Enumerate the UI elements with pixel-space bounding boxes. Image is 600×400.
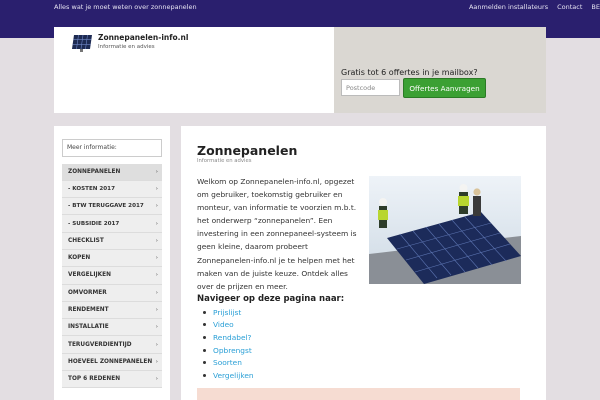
chevron-right-icon: › xyxy=(155,255,158,262)
chevron-right-icon: › xyxy=(155,376,158,383)
sidebar-item-label: TERUGVERDIENTIJD xyxy=(68,341,132,348)
sidebar-item-rendement[interactable]: RENDEMENT › xyxy=(62,301,162,320)
nav-link-vergelijken[interactable]: Vergelijken xyxy=(213,371,254,380)
bullet-icon xyxy=(203,323,206,327)
nav-link-soorten[interactable]: Soorten xyxy=(213,358,242,367)
nav-link-video[interactable]: Video xyxy=(213,320,234,329)
chevron-right-icon: › xyxy=(155,307,158,314)
site-title: Zonnepanelen-info.nl xyxy=(98,33,189,42)
solar-panel-icon xyxy=(72,34,92,52)
sidebar-item-vergelijken[interactable]: VERGELIJKEN › xyxy=(62,267,162,285)
bullet-icon xyxy=(203,335,206,339)
page-navigation-list: Prijslijst Video Rendabel? Opbrengst Soo… xyxy=(197,306,254,382)
sidebar-item-label: INSTALLATIE xyxy=(68,324,109,331)
chevron-right-icon: › xyxy=(155,358,158,365)
bullet-icon xyxy=(203,373,206,377)
sidebar-item-installatie[interactable]: INSTALLATIE › xyxy=(62,319,162,337)
highlight-box xyxy=(197,388,520,400)
site-header: Zonnepanelen-info.nl Informatie en advie… xyxy=(54,27,546,113)
page-navigation-heading: Navigeer op deze pagina naar: xyxy=(197,294,345,304)
nav-link-rendabel[interactable]: Rendabel? xyxy=(213,333,251,342)
top-link-language[interactable]: BE xyxy=(591,3,600,11)
sidebar-item-label: HOEVEEL ZONNEPANELEN xyxy=(68,358,153,365)
sidebar-item-btw-teruggave[interactable]: - BTW TERUGGAVE 2017 › xyxy=(62,198,162,216)
site-subtitle: Informatie en advies xyxy=(98,44,155,50)
list-item: Rendabel? xyxy=(197,331,254,344)
page-subtitle: Informatie en advies xyxy=(197,158,252,164)
sidebar-item-hoeveel-zonnepanelen[interactable]: HOEVEEL ZONNEPANELEN › xyxy=(62,353,162,372)
sidebar-item-label: TOP 6 REDENEN xyxy=(68,376,121,383)
site-logo[interactable]: Zonnepanelen-info.nl Informatie en advie… xyxy=(71,33,188,53)
sidebar: ZONNEPANELEN › - KOSTEN 2017 › - BTW TERUG… xyxy=(54,126,170,400)
chevron-right-icon: › xyxy=(155,272,158,279)
sidebar-item-terugverdientijd[interactable]: TERUGVERDIENTIJD › xyxy=(62,336,162,354)
sidebar-item-zonnepanelen[interactable]: ZONNEPANELEN › xyxy=(62,163,162,181)
list-item: Video xyxy=(197,319,254,332)
tagline: Alles wat je moet weten over zonnepanele… xyxy=(54,3,197,11)
sidebar-item-label: OMVORMER xyxy=(68,289,107,296)
bullet-icon xyxy=(203,310,206,314)
sidebar-item-subsidie[interactable]: - SUBSIDIE 2017 › xyxy=(62,215,162,233)
sidebar-item-kopen[interactable]: KOPEN › xyxy=(62,249,162,268)
solar-installers-photo xyxy=(369,176,521,284)
list-item: Prijslijst xyxy=(197,306,254,319)
sidebar-search-input[interactable] xyxy=(62,138,162,157)
chevron-right-icon: › xyxy=(155,203,158,210)
request-quotes-button[interactable]: Offertes Aanvragen xyxy=(403,78,486,98)
sidebar-item-label: - SUBSIDIE 2017 xyxy=(68,220,120,227)
chevron-right-icon: › xyxy=(155,289,158,296)
sidebar-item-label: CHECKLIST xyxy=(68,237,104,244)
nav-link-prijslijst[interactable]: Prijslijst xyxy=(213,308,241,317)
nav-link-opbrengst[interactable]: Opbrengst xyxy=(213,346,252,355)
list-item: Opbrengst xyxy=(197,344,254,357)
top-links: Aanmelden installateurs Contact BE xyxy=(460,0,600,14)
top-link-installateurs[interactable]: Aanmelden installateurs xyxy=(469,3,548,11)
sidebar-item-label: - KOSTEN 2017 xyxy=(68,185,115,192)
sidebar-item-top-6-redenen[interactable]: TOP 6 REDENEN › xyxy=(62,371,162,389)
postcode-input[interactable] xyxy=(341,79,400,96)
quote-request-text: Gratis tot 6 offertes in je mailbox? xyxy=(341,68,478,77)
bullet-icon xyxy=(203,361,206,365)
list-item: Vergelijken xyxy=(197,369,254,382)
quote-request-box: Gratis tot 6 offertes in je mailbox? Off… xyxy=(334,27,546,113)
sidebar-item-checklist[interactable]: CHECKLIST › xyxy=(62,232,162,250)
sidebar-item-label: - BTW TERUGGAVE 2017 xyxy=(68,203,144,210)
sidebar-item-label: VERGELIJKEN xyxy=(68,272,111,279)
chevron-right-icon: › xyxy=(155,185,158,192)
chevron-right-icon: › xyxy=(155,341,158,348)
sidebar-item-label: RENDEMENT xyxy=(68,307,109,314)
sidebar-menu: ZONNEPANELEN › - KOSTEN 2017 › - BTW TERUG… xyxy=(62,163,162,389)
page-title: Zonnepanelen xyxy=(197,143,298,158)
sidebar-item-label: ZONNEPANELEN xyxy=(68,168,121,175)
chevron-right-icon: › xyxy=(155,237,158,244)
list-item: Soorten xyxy=(197,356,254,369)
sidebar-item-omvormer[interactable]: OMVORMER › xyxy=(62,284,162,302)
intro-paragraph: Welkom op Zonnepanelen-info.nl, opgezet … xyxy=(197,177,357,291)
bullet-icon xyxy=(203,348,206,352)
chevron-right-icon: › xyxy=(155,168,158,175)
main-content: Zonnepanelen Informatie en advies Welkom… xyxy=(181,126,546,400)
sidebar-item-kosten[interactable]: - KOSTEN 2017 › xyxy=(62,180,162,199)
sidebar-item-label: KOPEN xyxy=(68,255,91,262)
chevron-right-icon: › xyxy=(155,324,158,331)
chevron-right-icon: › xyxy=(155,220,158,227)
top-link-contact[interactable]: Contact xyxy=(557,3,582,11)
